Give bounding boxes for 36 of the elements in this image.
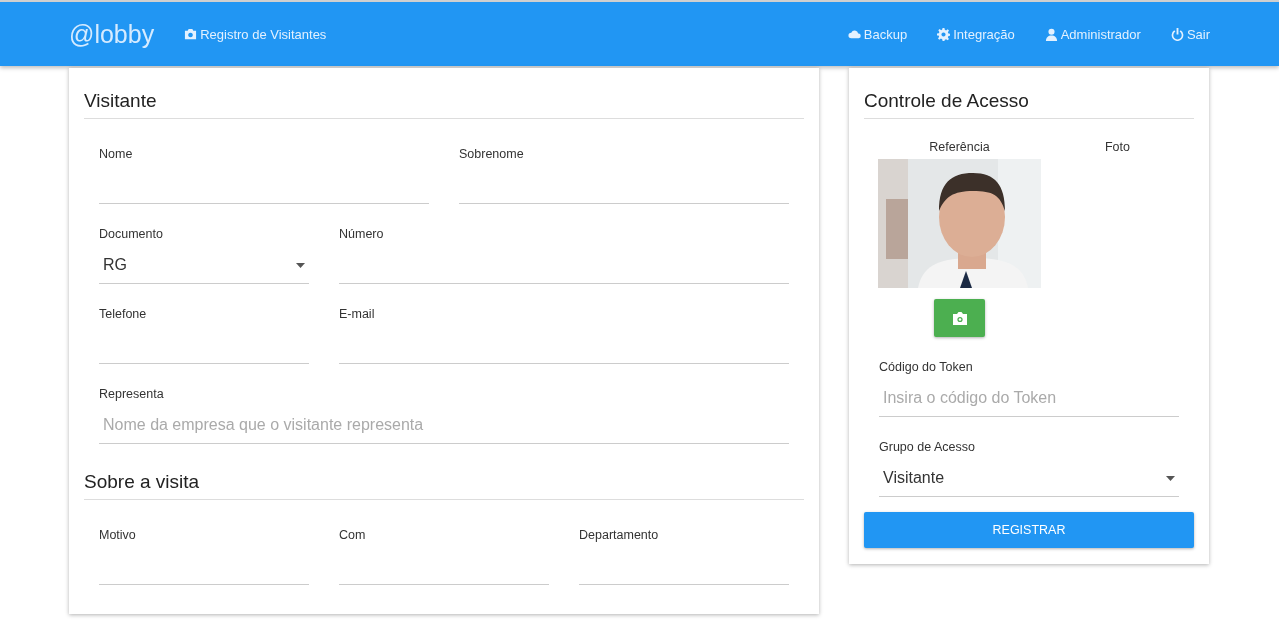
nav-link[interactable]: Registro de Visitantes [184,26,327,42]
camera-button[interactable] [934,299,985,337]
camera-icon [951,311,968,325]
field-label: Grupo de Acesso [879,440,976,454]
nav-link[interactable]: Administrador [1044,26,1141,42]
field-label: Telefone [99,307,148,321]
field-label: Nome [99,147,134,161]
field-label: Com [339,528,367,542]
camera-icon [184,27,198,41]
caret-icon [296,262,305,268]
field-label: Código do Token [879,360,974,374]
photo-label: Referência [929,140,990,154]
section-title: Controle de Acesso [864,83,1194,119]
field-label: E-mail [339,307,376,321]
section-title: Visitante [84,83,804,119]
field-label: Sobrenome [459,147,525,161]
input-field[interactable]: Nome da empresa que o visitante representa [99,407,789,444]
field-label: Departamento [579,528,660,542]
select-field[interactable]: Visitante [879,460,1179,497]
field-label: Motivo [99,528,137,542]
caret-icon [1166,475,1175,481]
register-button[interactable]: REGISTRAR [864,512,1194,548]
field-label: Documento [99,227,164,241]
nav-link[interactable]: Integração [937,26,1015,42]
gear-icon [937,27,951,41]
nav-link[interactable]: Sair [1170,26,1210,42]
brand-logo[interactable]: @lobby [69,19,155,49]
field-label: Representa [99,387,165,401]
select-field[interactable]: RG [99,247,309,284]
power-icon [1170,27,1184,41]
field-label: Número [339,227,385,241]
photo-label: Foto [1104,140,1131,156]
input-field[interactable]: Insira o código do Token [879,380,1179,417]
nav-link[interactable]: Backup [847,26,908,42]
user-icon [1044,27,1058,41]
section-title: Sobre a visita [84,464,804,500]
